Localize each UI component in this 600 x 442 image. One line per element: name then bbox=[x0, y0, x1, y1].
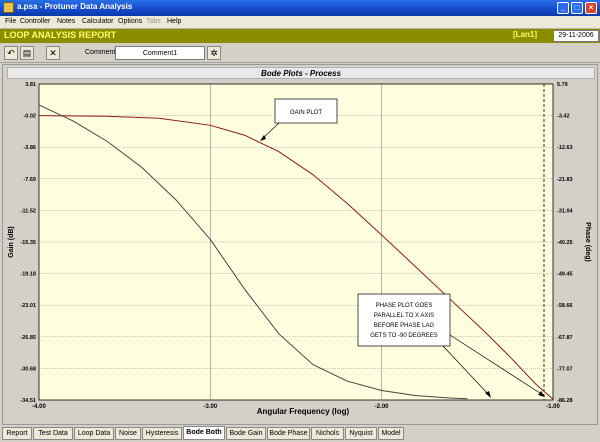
window-title: a.psa - Protuner Data Analysis bbox=[17, 2, 133, 11]
comment-settings-icon[interactable]: ✲ bbox=[207, 46, 221, 60]
y-right-tick-label: -58.66 bbox=[557, 303, 573, 309]
tab-report[interactable]: Report bbox=[2, 427, 32, 440]
tab-nichols[interactable]: Nichols bbox=[311, 427, 344, 440]
close-icon[interactable]: × bbox=[585, 2, 597, 14]
y-left-tick-label: -0.02 bbox=[23, 114, 36, 120]
minimize-icon[interactable]: _ bbox=[557, 2, 569, 14]
maximize-icon[interactable]: □ bbox=[571, 2, 583, 14]
x-tick-label: -1.00 bbox=[546, 404, 560, 410]
menu-bar: File Controller Notes Calculator Options… bbox=[0, 16, 600, 29]
bode-chart: 3.81 -0.02 -3.86 -7.69 -11.52 -15.35 -19.18 -23… bbox=[8, 82, 591, 416]
right-axis: 5.79 -3.42 -12.63 -21.83 -31.04 -40.25 -49.45 -… bbox=[557, 82, 574, 404]
x-axis-label: Angular Frequency (log) bbox=[257, 407, 350, 416]
tab-bode-phase[interactable]: Bode Phase bbox=[267, 427, 310, 440]
toolbar: ↶ ▤ ✕ Comment ✲ bbox=[0, 43, 600, 63]
y-right-tick-label: -21.83 bbox=[557, 177, 573, 183]
y-left-tick-label: -3.86 bbox=[23, 145, 36, 151]
y-left-tick-label: -26.85 bbox=[20, 335, 36, 341]
menu-file[interactable]: File bbox=[5, 18, 16, 25]
y-right-tick-label: -40.25 bbox=[557, 240, 573, 246]
window-titlebar: a.psa - Protuner Data Analysis _ □ × bbox=[0, 0, 600, 16]
tab-hysteresis[interactable]: Hysteresis bbox=[142, 427, 182, 440]
x-tick-label: -4.00 bbox=[32, 404, 46, 410]
tab-bode-both[interactable]: Bode Both bbox=[183, 426, 225, 440]
tab-model[interactable]: Model bbox=[378, 427, 404, 440]
y-right-tick-label: -77.07 bbox=[557, 366, 573, 372]
y-left-tick-label: -23.01 bbox=[20, 303, 36, 309]
comment-label: Comment bbox=[85, 49, 116, 56]
menu-controller[interactable]: Controller bbox=[20, 18, 50, 25]
y-right-tick-label: -67.87 bbox=[557, 335, 573, 341]
y-left-tick-label: -11.52 bbox=[21, 208, 36, 214]
y-left-tick-label: -15.35 bbox=[20, 240, 36, 246]
tab-test-data[interactable]: Test Data bbox=[33, 427, 73, 440]
menu-notes[interactable]: Notes bbox=[57, 18, 75, 25]
menu-options[interactable]: Options bbox=[118, 18, 142, 25]
app-icon bbox=[3, 2, 14, 13]
y-left-tick-label: -7.69 bbox=[23, 177, 36, 183]
menu-calculator[interactable]: Calculator bbox=[82, 18, 114, 25]
report-header: LOOP ANALYSIS REPORT [Lan1] 29-11-2006 bbox=[0, 29, 600, 43]
phase-annotation-line-3: BEFORE PHASE LAG bbox=[374, 323, 435, 329]
report-title: LOOP ANALYSIS REPORT bbox=[4, 30, 117, 40]
y-axis-left-label: Gain (dB) bbox=[8, 226, 15, 258]
gain-annotation-text: GAIN PLOT bbox=[290, 110, 322, 116]
menu-help[interactable]: Help bbox=[167, 18, 181, 25]
left-axis: 3.81 -0.02 -3.86 -7.69 -11.52 -15.35 -19.18 -23… bbox=[20, 82, 36, 404]
plot-panel: Bode Plots - Process 3.81 -0.02 -3.86 -7.69… bbox=[2, 64, 598, 425]
tab-bar: Report Test Data Loop Data Noise Hystere… bbox=[0, 426, 600, 442]
phase-annotation-line-2: PARALLEL TO X AXIS bbox=[374, 313, 434, 319]
menu-tabs: Tabs bbox=[146, 18, 161, 25]
x-tick-label: -2.00 bbox=[375, 404, 389, 410]
y-left-tick-label: -19.18 bbox=[20, 272, 36, 278]
y-axis-right-label: Phase (deg) bbox=[584, 222, 591, 262]
open-folder-icon[interactable]: ▤ bbox=[20, 46, 34, 60]
phase-annotation-line-4: GETS TO -90 DEGREES bbox=[370, 333, 437, 339]
y-right-tick-label: -3.42 bbox=[557, 114, 570, 120]
y-right-tick-label: -49.45 bbox=[557, 272, 573, 278]
tab-nyquist[interactable]: Nyquist bbox=[345, 427, 377, 440]
y-left-tick-label: 3.81 bbox=[25, 82, 36, 88]
tab-bode-gain[interactable]: Bode Gain bbox=[226, 427, 266, 440]
comment-input[interactable] bbox=[115, 46, 205, 60]
x-tick-label: -3.00 bbox=[203, 404, 217, 410]
delete-icon[interactable]: ✕ bbox=[46, 46, 60, 60]
undo-icon[interactable]: ↶ bbox=[4, 46, 18, 60]
y-right-tick-label: 5.79 bbox=[557, 82, 568, 88]
report-date: 29-11-2006 bbox=[553, 30, 599, 42]
y-right-tick-label: -12.63 bbox=[557, 145, 573, 151]
phase-annotation-line-1: PHASE PLOT GOES bbox=[376, 303, 433, 309]
tab-noise[interactable]: Noise bbox=[115, 427, 141, 440]
tab-loop-data[interactable]: Loop Data bbox=[74, 427, 114, 440]
y-left-tick-label: -30.68 bbox=[20, 366, 36, 372]
loop-badge: [Lan1] bbox=[513, 30, 537, 39]
y-right-tick-label: -31.04 bbox=[557, 208, 574, 214]
